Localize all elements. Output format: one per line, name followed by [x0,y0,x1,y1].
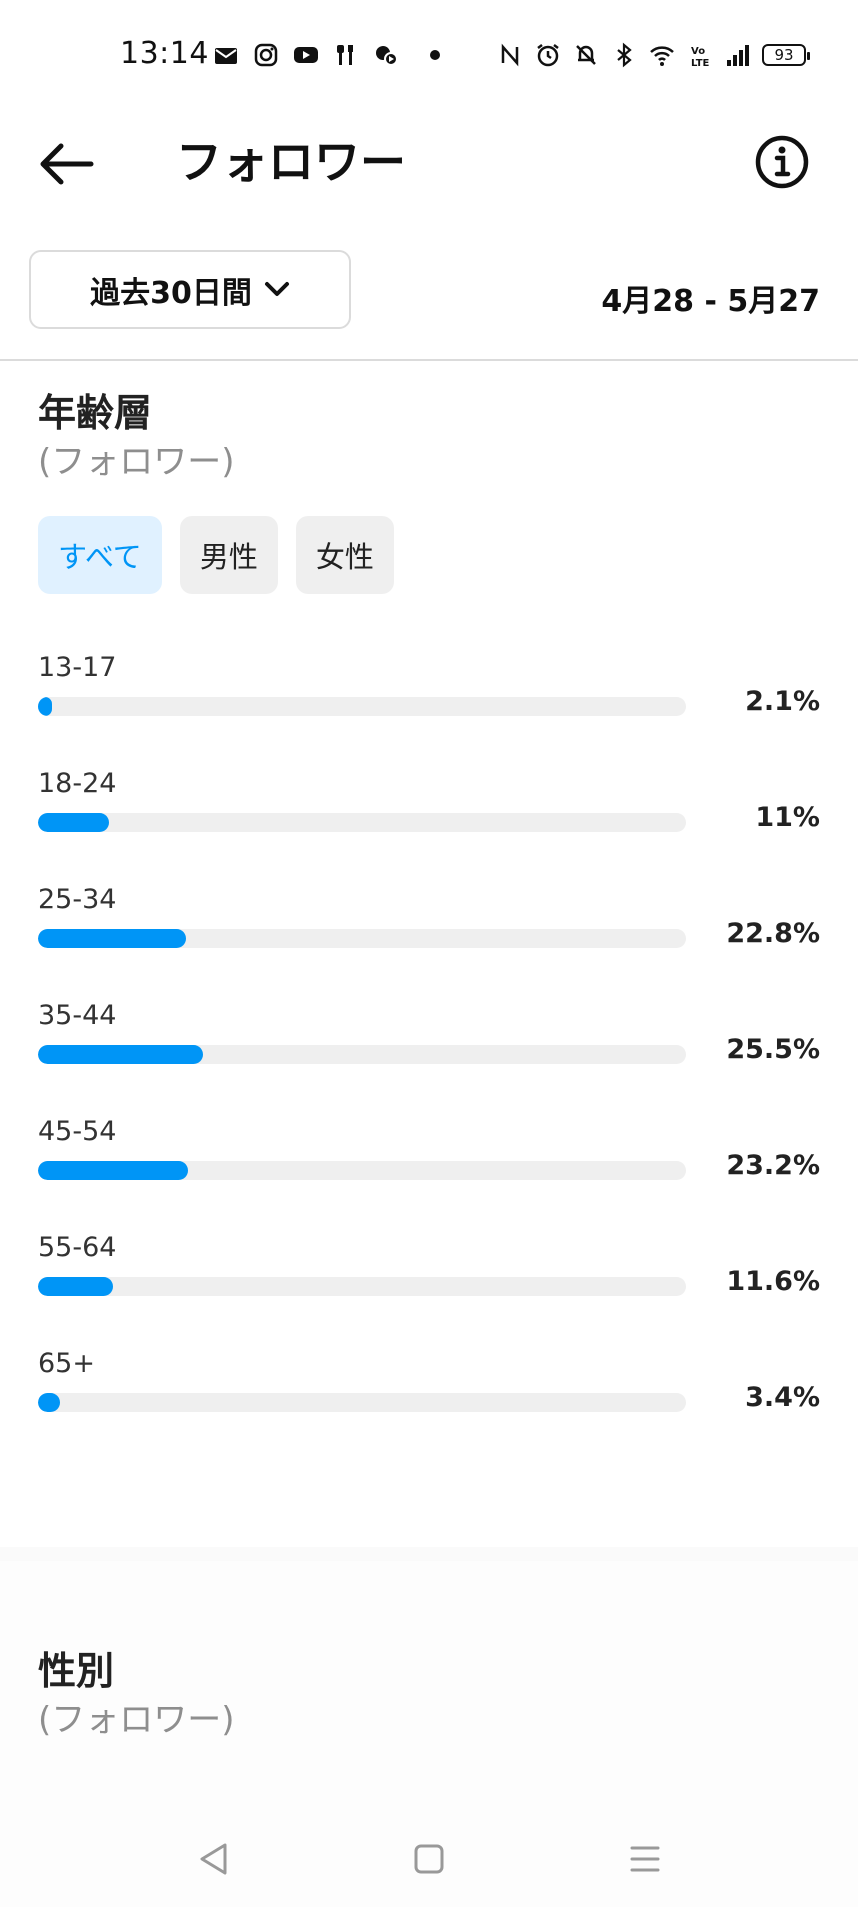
gender-section-title: 性別 [38,1649,115,1693]
page-title: フォロワー [176,135,406,189]
bar-fill [38,813,110,832]
divider [0,359,858,361]
age-section-subtitle: (フォロワー) [38,442,235,482]
status-bar: 13:14 Vo LTE 93 [0,0,858,110]
filter-chip-male[interactable]: 男性 [179,516,278,594]
app-icon [372,41,400,69]
bar-value-label: 22.8% [726,918,820,949]
wifi-icon [648,41,676,69]
bar-value-label: 2.1% [745,686,820,717]
bar-fill [38,1161,189,1180]
bar-track [38,1277,686,1296]
age-bracket-label: 65+ [38,1348,95,1379]
system-navigation-bar [0,1810,858,1907]
top-bar: フォロワー [0,110,858,240]
back-arrow-icon [40,143,94,185]
age-bracket-label: 25-34 [38,884,117,915]
section-separator [0,1547,858,1561]
age-row: 65+ 3.4% [38,1348,820,1438]
date-range-label: 過去30日間 [90,275,252,311]
age-bracket-label: 18-24 [38,768,117,799]
restaurant-icon [332,41,360,69]
bar-track [38,1161,686,1180]
bar-fill [38,697,52,716]
instagram-icon [252,41,280,69]
mute-icon [572,41,600,69]
notification-dot-icon [430,50,440,60]
signal-icon [724,41,752,69]
bar-value-label: 25.5% [726,1034,820,1065]
bar-fill [38,1045,204,1064]
bar-fill [38,1393,61,1412]
bar-value-label: 3.4% [745,1382,820,1413]
mail-icon [212,41,240,69]
bar-track [38,697,686,716]
age-bracket-label: 45-54 [38,1116,117,1147]
age-row: 55-64 11.6% [38,1232,820,1322]
svg-text:LTE: LTE [691,58,710,69]
gender-section-subtitle: (フォロワー) [38,1700,235,1740]
bar-track [38,1045,686,1064]
back-button[interactable] [34,132,98,196]
youtube-icon [292,41,320,69]
gender-filter-chips: すべて 男性 女性 [38,516,394,594]
nav-menu-button[interactable] [621,1835,669,1883]
nav-back-button[interactable] [189,1835,237,1883]
chevron-down-icon [264,281,289,296]
nfc-icon [496,41,524,69]
info-button[interactable] [752,132,812,192]
bar-track [38,1393,686,1412]
age-section-title: 年齢層 [38,391,153,435]
menu-lines-icon [630,1846,660,1871]
age-row: 13-17 2.1% [38,652,820,742]
volte-icon: Vo LTE [686,41,714,69]
svg-text:Vo: Vo [691,46,705,57]
age-bracket-label: 55-64 [38,1232,117,1263]
filter-chip-female[interactable]: 女性 [295,516,394,594]
age-row: 18-24 11% [38,768,820,858]
age-row: 35-44 25.5% [38,1000,820,1090]
bar-fill [38,929,186,948]
age-bracket-label: 35-44 [38,1000,117,1031]
bar-value-label: 11% [755,802,820,833]
bar-value-label: 23.2% [726,1150,820,1181]
triangle-back-icon [200,1843,227,1874]
bar-fill [38,1277,114,1296]
battery-level: 93 [774,46,794,64]
bluetooth-icon [610,41,638,69]
date-range-text: 4月28 - 5月27 [601,284,820,319]
age-row: 45-54 23.2% [38,1116,820,1206]
age-row: 25-34 22.8% [38,884,820,974]
nav-home-button[interactable] [405,1835,453,1883]
bar-track [38,929,686,948]
filter-chip-all[interactable]: すべて [38,516,162,594]
status-time: 13:14 [120,36,209,71]
alarm-icon [534,41,562,69]
square-home-icon [414,1844,444,1873]
info-icon [755,135,809,189]
age-bracket-label: 13-17 [38,652,117,683]
date-range-dropdown[interactable]: 過去30日間 [29,250,351,329]
battery-icon: 93 [762,44,810,66]
bar-track [38,813,686,832]
bar-value-label: 11.6% [726,1266,820,1297]
